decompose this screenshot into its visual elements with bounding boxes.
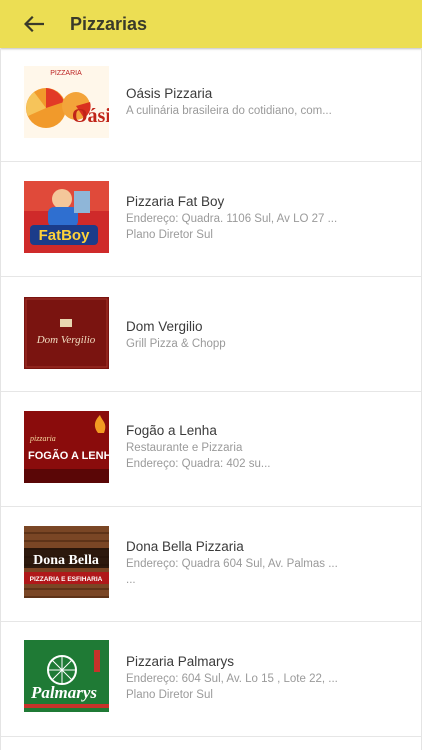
restaurant-logo: Dona Bella PIZZARIA E ESFIHARIA bbox=[24, 526, 109, 598]
list-item-text: Dona Bella Pizzaria Endereço: Quadra 604… bbox=[126, 537, 401, 588]
restaurant-address: Endereço: Quadra 604 Sul, Av. Palmas ... bbox=[126, 558, 338, 570]
back-button[interactable] bbox=[10, 0, 58, 48]
restaurant-address: Endereço: Quadra. 1106 Sul, Av LO 27 ... bbox=[126, 213, 338, 225]
restaurant-address-extra: Plano Diretor Sul bbox=[126, 689, 213, 701]
restaurant-name: Fogão a Lenha bbox=[126, 423, 217, 438]
arrow-left-icon bbox=[24, 16, 44, 32]
logo-word: Palmarys bbox=[30, 683, 97, 702]
logo-caption: Dona Bella bbox=[33, 553, 99, 568]
restaurant-name: Dom Vergilio bbox=[126, 319, 203, 334]
logo-word: Dom Vergilio bbox=[36, 334, 96, 346]
logo-word: FOGÃO A LENHA bbox=[28, 449, 109, 462]
restaurant-address: Endereço: 604 Sul, Av. Lo 15 , Lote 22, … bbox=[126, 673, 338, 685]
restaurant-logo: PIZZARIA Oásis bbox=[24, 66, 109, 138]
app-bar: Pizzarias bbox=[0, 0, 422, 48]
logo-word: FatBoy bbox=[39, 227, 90, 244]
list-item[interactable]: Palmarys Pizzaria Palmarys Endereço: 604… bbox=[1, 622, 421, 737]
restaurant-description: Grill Pizza & Chopp bbox=[126, 338, 226, 350]
list-item[interactable]: PIZZARIA Oásis Oásis Pizzaria A culinári… bbox=[1, 48, 421, 162]
list-item-text: Fogão a Lenha Restaurante e Pizzaria End… bbox=[126, 421, 401, 472]
list-item[interactable]: FatBoy Pizzaria Fat Boy Endereço: Quadra… bbox=[1, 162, 421, 277]
list-item-text: Pizzaria Palmarys Endereço: 604 Sul, Av.… bbox=[126, 652, 401, 703]
restaurant-address-extra: Plano Diretor Sul bbox=[126, 229, 213, 241]
restaurant-logo: FatBoy bbox=[24, 181, 109, 253]
restaurant-logo: Dom Vergilio bbox=[24, 297, 109, 369]
list-item-text: Oásis Pizzaria A culinária brasileira do… bbox=[126, 84, 401, 119]
restaurant-address-extra: ... bbox=[126, 574, 136, 586]
restaurant-name: Dona Bella Pizzaria bbox=[126, 539, 244, 554]
restaurant-name: Oásis Pizzaria bbox=[126, 86, 213, 101]
restaurant-list: PIZZARIA Oásis Oásis Pizzaria A culinári… bbox=[0, 48, 422, 750]
logo-caption: PIZZARIA bbox=[50, 70, 82, 77]
restaurant-logo: Palmarys bbox=[24, 640, 109, 712]
list-item[interactable]: Dona Bella PIZZARIA E ESFIHARIA Dona Bel… bbox=[1, 507, 421, 622]
page-title: Pizzarias bbox=[70, 13, 148, 34]
restaurant-description: A culinária brasileira do cotidiano, com… bbox=[126, 105, 332, 117]
restaurant-name: Pizzaria Fat Boy bbox=[126, 194, 225, 209]
list-item[interactable]: pizzaria FOGÃO A LENHA Fogão a Lenha Res… bbox=[1, 392, 421, 507]
restaurant-name: Pizzaria Palmarys bbox=[126, 654, 235, 669]
logo-word: Oásis bbox=[72, 105, 109, 127]
restaurant-logo: pizzaria FOGÃO A LENHA bbox=[24, 411, 109, 483]
list-item-text: Dom Vergilio Grill Pizza & Chopp bbox=[126, 317, 401, 352]
list-item-text: Pizzaria Fat Boy Endereço: Quadra. 1106 … bbox=[126, 192, 401, 243]
logo-caption: pizzaria bbox=[29, 434, 56, 443]
restaurant-address: Endereço: Quadra: 402 su... bbox=[126, 458, 271, 470]
list-item[interactable]: Dom Vergilio Dom Vergilio Grill Pizza & … bbox=[1, 277, 421, 392]
logo-word: PIZZARIA E ESFIHARIA bbox=[30, 576, 103, 583]
restaurant-description: Restaurante e Pizzaria bbox=[126, 442, 243, 454]
